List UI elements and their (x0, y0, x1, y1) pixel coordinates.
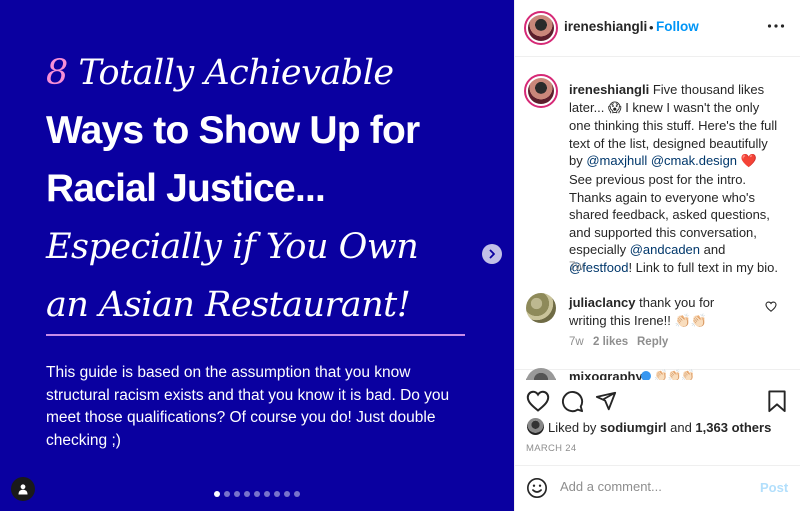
avatar-photo (528, 78, 554, 104)
headline-line-1-text: Totally Achievable (67, 53, 394, 93)
caption-text-4: and (700, 242, 726, 258)
carousel-dot (234, 491, 240, 497)
user-icon (18, 484, 28, 495)
author-username[interactable]: ireneshiangli (564, 19, 647, 34)
emoji-icon[interactable] (526, 477, 548, 499)
carousel-indicator (214, 491, 300, 497)
post-body-text: This guide is based on the assumption th… (46, 364, 450, 449)
clipped-comment: mixography 👏🏻👏🏻👏🏻 (520, 368, 800, 380)
commenter-avatar[interactable] (526, 293, 556, 323)
comment-likes[interactable]: 2 likes (593, 336, 628, 348)
comment-body: juliaclancy thank you for writing this I… (569, 294, 749, 330)
comment-likes-count: 2 likes (593, 336, 629, 348)
carousel-dot (224, 491, 230, 497)
headline-line-3: Racial Justice... (46, 167, 326, 210)
carousel-dot (274, 491, 280, 497)
more-options-icon[interactable] (767, 23, 785, 29)
carousel-dot (294, 491, 300, 497)
headline-divider (46, 334, 465, 336)
share-icon[interactable] (595, 390, 617, 412)
post-date[interactable]: March 24 (526, 443, 576, 454)
author-avatar[interactable] (524, 11, 558, 45)
headline-line-1: 8 Totally Achievable (46, 44, 486, 102)
comment-username[interactable]: mixography (569, 369, 643, 380)
comment-reply-button[interactable]: Reply (637, 336, 668, 348)
likes-summary: Liked by sodiumgirl and 1,363 others (548, 420, 771, 435)
caption-text-5: ! Link to full text in my bio. (628, 259, 779, 275)
tagged-users-button[interactable] (11, 477, 35, 501)
carousel-dot (214, 491, 220, 497)
mention-link[interactable]: @maxjhull (586, 153, 647, 168)
avatar-photo (528, 15, 554, 41)
comment-timestamp[interactable]: 7w (569, 336, 584, 348)
post-viewer: 8 Totally Achievable Ways to Show Up for… (0, 0, 800, 511)
carousel-dot (254, 491, 260, 497)
liked-by-user[interactable]: sodiumgirl (600, 420, 666, 435)
likes-middle: and (666, 420, 696, 435)
headline-line-5: an Asian Restaurant! (46, 285, 411, 325)
mention-link[interactable]: @cmak.design (651, 153, 737, 168)
comment-emoji: 👏🏻👏🏻 (674, 313, 707, 329)
headline-line-4: Especially if You Own (46, 227, 419, 267)
carousel-dot (264, 491, 270, 497)
caption-username[interactable]: ireneshiangli (569, 82, 649, 97)
comment-icon[interactable] (561, 390, 584, 413)
likes-count[interactable]: 1,363 others (695, 420, 771, 435)
add-comment-input[interactable] (560, 479, 740, 494)
headline-number: 8 (46, 53, 68, 93)
comment-emoji: 👏🏻👏🏻👏🏻 (654, 369, 696, 380)
caption-avatar[interactable] (524, 74, 558, 108)
headline-line-2: Ways to Show Up for (46, 109, 420, 152)
carousel-dot (244, 491, 250, 497)
chevron-right-icon (489, 249, 495, 259)
post-comment-button[interactable]: Post (760, 480, 788, 495)
like-comment-heart-icon[interactable] (765, 301, 777, 312)
commenter-avatar[interactable] (526, 368, 556, 380)
carousel-dot (284, 491, 290, 497)
caption-timestamp[interactable]: 7w (569, 261, 584, 273)
liked-by-avatar[interactable] (527, 418, 544, 435)
caption-emoji-heart: ❤️ (740, 154, 757, 170)
save-bookmark-icon[interactable] (767, 390, 787, 413)
reply-label: Reply (637, 336, 669, 348)
like-heart-icon[interactable] (526, 390, 550, 412)
post-headline: 8 Totally Achievable Ways to Show Up for… (46, 44, 486, 334)
post-caption: ireneshiangli Five thousand likes later.… (569, 81, 779, 277)
likes-prefix: Liked by (548, 420, 601, 435)
mention-link[interactable]: @andcaden (630, 242, 700, 257)
carousel-next-button[interactable] (482, 244, 502, 264)
post-image[interactable]: 8 Totally Achievable Ways to Show Up for… (0, 0, 514, 511)
comment-username[interactable]: juliaclancy (569, 295, 635, 310)
follow-button[interactable]: Follow (656, 19, 699, 34)
header-separator: • (649, 20, 654, 35)
verified-badge-icon (641, 371, 651, 380)
caption-emoji-scream: 😱 (608, 100, 622, 116)
